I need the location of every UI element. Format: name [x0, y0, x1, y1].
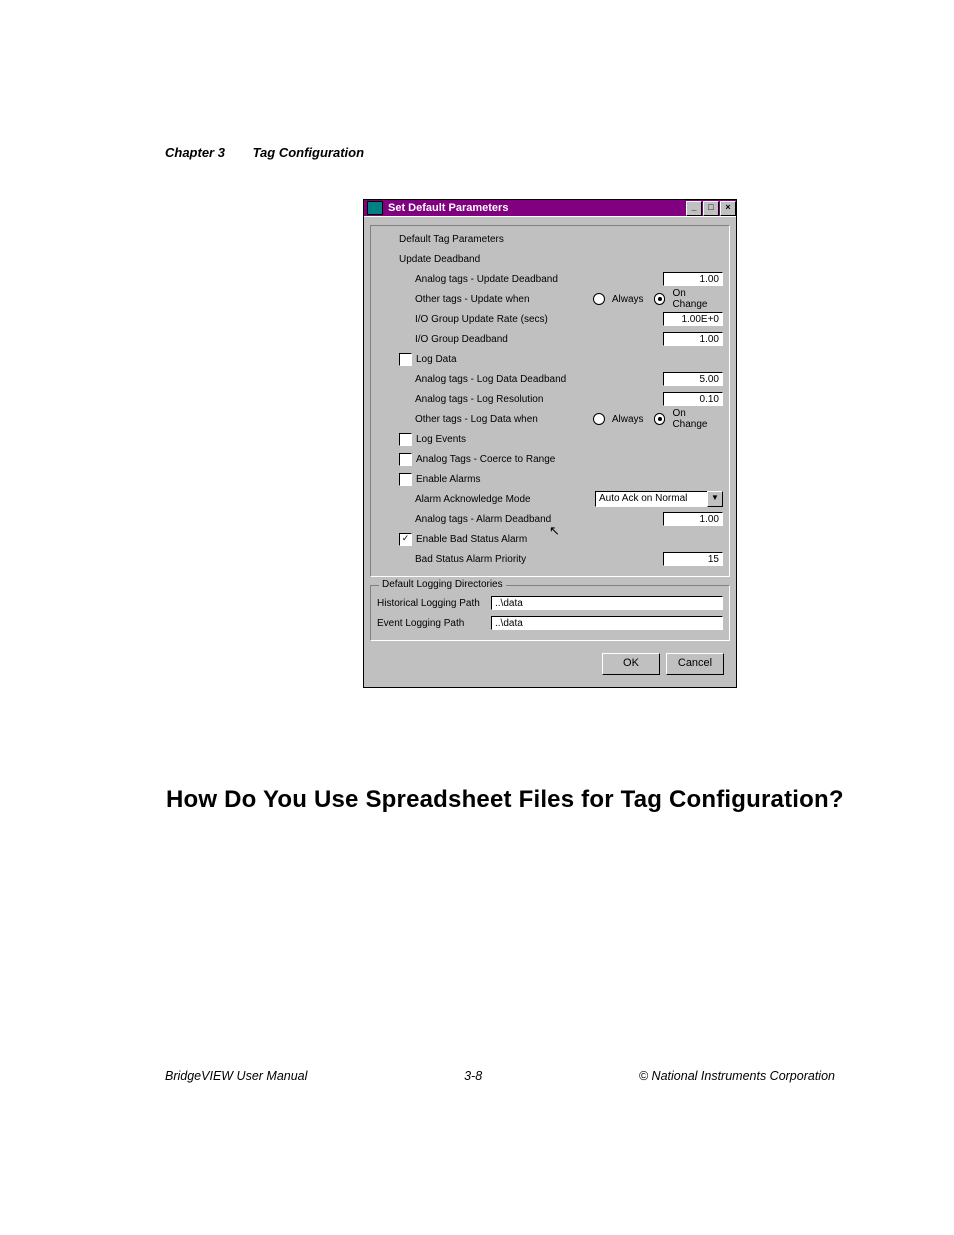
historical-path-input[interactable]: ..\data: [491, 596, 723, 610]
io-update-rate-input[interactable]: 1.00E+0: [663, 312, 723, 326]
log-when-always-radio[interactable]: [593, 413, 605, 425]
title-bar[interactable]: Set Default Parameters _ □ ×: [364, 200, 736, 216]
cancel-button[interactable]: Cancel: [666, 653, 724, 675]
default-logging-directories-group: Default Logging Directories Historical L…: [370, 585, 730, 641]
alarm-deadband-label: Analog tags - Alarm Deadband: [415, 514, 663, 525]
other-log-when-label: Other tags - Log Data when: [415, 414, 593, 425]
bad-status-priority-input[interactable]: 15: [663, 552, 723, 566]
alarm-ack-mode-dropdown[interactable]: Auto Ack on Normal ▼: [595, 491, 723, 507]
log-events-checkbox[interactable]: [399, 433, 412, 446]
chapter-number: Chapter 3: [165, 145, 225, 160]
analog-update-deadband-input[interactable]: 1.00: [663, 272, 723, 286]
log-data-checkbox[interactable]: [399, 353, 412, 366]
maximize-button[interactable]: □: [703, 201, 719, 216]
alarm-ack-mode-label: Alarm Acknowledge Mode: [415, 494, 595, 505]
enable-bad-status-checkbox[interactable]: [399, 533, 412, 546]
footer-copyright: © National Instruments Corporation: [639, 1069, 835, 1083]
set-default-parameters-dialog: Set Default Parameters _ □ × Default Tag…: [363, 199, 737, 688]
section-heading: How Do You Use Spreadsheet Files for Tag…: [166, 786, 844, 814]
logging-directories-legend: Default Logging Directories: [379, 579, 506, 590]
chapter-title: Tag Configuration: [253, 145, 364, 160]
update-when-always-label: Always: [612, 294, 644, 305]
enable-alarms-checkbox[interactable]: [399, 473, 412, 486]
footer-page-number: 3-8: [464, 1069, 482, 1083]
log-data-label: Log Data: [416, 354, 723, 365]
enable-alarms-label: Enable Alarms: [416, 474, 723, 485]
log-when-onchange-label: On Change: [672, 408, 723, 430]
coerce-to-range-label: Analog Tags - Coerce to Range: [416, 454, 723, 465]
log-when-onchange-radio[interactable]: [654, 413, 666, 425]
update-when-onchange-radio[interactable]: [654, 293, 666, 305]
io-deadband-label: I/O Group Deadband: [415, 334, 663, 345]
dropdown-arrow-icon[interactable]: ▼: [707, 491, 723, 507]
update-when-onchange-label: On Change: [672, 288, 723, 310]
log-when-always-label: Always: [612, 414, 644, 425]
bad-status-priority-label: Bad Status Alarm Priority: [415, 554, 663, 565]
close-button[interactable]: ×: [720, 201, 736, 216]
page-header: Chapter 3 Tag Configuration: [165, 145, 364, 160]
log-events-label: Log Events: [416, 434, 723, 445]
io-update-rate-label: I/O Group Update Rate (secs): [415, 314, 663, 325]
io-deadband-input[interactable]: 1.00: [663, 332, 723, 346]
section-label: Default Tag Parameters: [399, 234, 723, 245]
historical-path-label: Historical Logging Path: [377, 598, 487, 609]
other-update-when-label: Other tags - Update when: [415, 294, 593, 305]
update-deadband-heading: Update Deadband: [399, 254, 723, 265]
log-resolution-label: Analog tags - Log Resolution: [415, 394, 663, 405]
alarm-deadband-input[interactable]: 1.00: [663, 512, 723, 526]
log-data-deadband-input[interactable]: 5.00: [663, 372, 723, 386]
window-title: Set Default Parameters: [386, 202, 685, 214]
footer-manual-name: BridgeVIEW User Manual: [165, 1069, 307, 1083]
ok-button[interactable]: OK: [602, 653, 660, 675]
enable-bad-status-label: Enable Bad Status Alarm: [416, 534, 723, 545]
log-data-deadband-label: Analog tags - Log Data Deadband: [415, 374, 663, 385]
page-footer: BridgeVIEW User Manual 3-8 © National In…: [165, 1069, 835, 1083]
update-when-always-radio[interactable]: [593, 293, 605, 305]
alarm-ack-mode-value: Auto Ack on Normal: [595, 491, 707, 507]
default-tag-parameters-group: Default Tag Parameters Update Deadband A…: [370, 225, 730, 577]
system-menu-icon[interactable]: [367, 201, 383, 215]
coerce-to-range-checkbox[interactable]: [399, 453, 412, 466]
minimize-button[interactable]: _: [686, 201, 702, 216]
analog-update-deadband-label: Analog tags - Update Deadband: [415, 274, 663, 285]
event-path-input[interactable]: ..\data: [491, 616, 723, 630]
event-path-label: Event Logging Path: [377, 618, 487, 629]
log-resolution-input[interactable]: 0.10: [663, 392, 723, 406]
